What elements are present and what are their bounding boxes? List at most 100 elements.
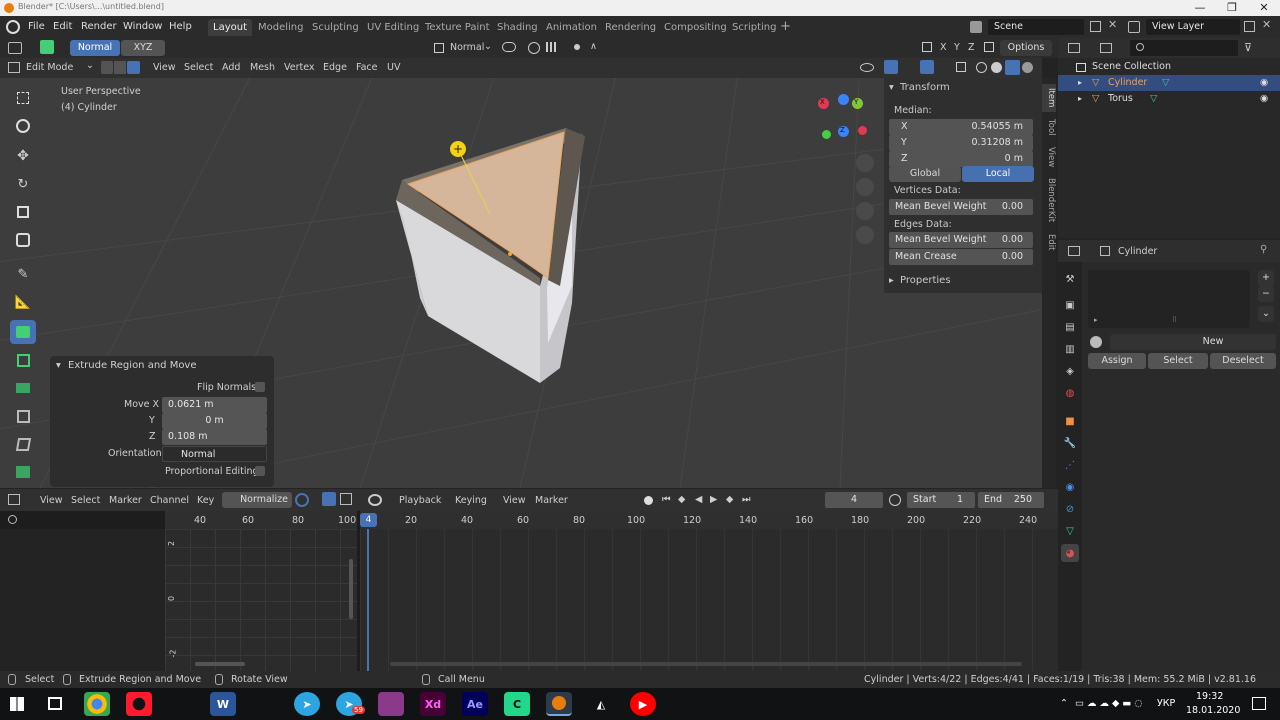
hand-icon[interactable]	[856, 178, 874, 196]
menu-timeline-marker[interactable]: Marker	[535, 495, 568, 506]
tab-compositing[interactable]: Compositing	[659, 19, 732, 36]
blender-taskbar-icon[interactable]	[546, 692, 572, 716]
frame-start-field[interactable]: Start 1	[907, 492, 975, 508]
visibility-icon[interactable]	[860, 63, 874, 72]
properties-section-toggle[interactable]: ▸	[889, 275, 894, 286]
select-button[interactable]: Select	[1148, 353, 1208, 369]
modifier-props-icon[interactable]: 🔧	[1061, 434, 1079, 452]
cursor-tool[interactable]	[10, 114, 36, 138]
scene-selector[interactable]: Scene	[988, 19, 1084, 35]
slot-menu-button[interactable]: ⌄	[1258, 306, 1274, 322]
normalize-toggle[interactable]: Normalize	[222, 492, 292, 508]
scene-close-icon[interactable]: ✕	[1108, 18, 1117, 31]
tab-view[interactable]: View	[1042, 144, 1056, 170]
graph-hscroll[interactable]	[195, 662, 245, 666]
outliner-row-cylinder[interactable]: ▸ ▽ Cylinder ▽ ◉	[1058, 75, 1280, 91]
jump-keyframe-forward-icon[interactable]: ◆	[726, 494, 733, 505]
graph-menu-marker[interactable]: Marker	[109, 495, 142, 506]
scale-tool[interactable]	[10, 200, 36, 224]
menu-view[interactable]: View	[153, 62, 176, 73]
menu-keying[interactable]: Keying	[455, 495, 487, 506]
telegram-icon[interactable]: ➤	[294, 692, 320, 716]
orientation-dropdown[interactable]: Normal	[162, 446, 267, 462]
proportional-editing-checkbox[interactable]	[255, 466, 265, 476]
expand-icon[interactable]: ▸	[1078, 91, 1082, 107]
move-y-field[interactable]: 0 m	[162, 413, 267, 429]
menu-edit[interactable]: Edit	[53, 16, 72, 38]
language-indicator[interactable]: УКР	[1157, 698, 1175, 709]
unity-icon[interactable]: ◭	[588, 692, 614, 716]
tab-scripting[interactable]: Scripting	[727, 19, 781, 36]
adobe-xd-icon[interactable]: Xd	[420, 692, 446, 716]
menu-add[interactable]: Add	[222, 62, 240, 73]
new-material-button[interactable]: New	[1110, 334, 1276, 350]
scene-copy-icon[interactable]	[1090, 21, 1101, 32]
only-selected-icon[interactable]	[322, 492, 336, 506]
flip-normals-checkbox[interactable]	[255, 382, 265, 392]
snap-grid-icon[interactable]	[546, 42, 556, 52]
word-icon[interactable]: W	[210, 692, 236, 716]
pycharm-icon[interactable]: C	[504, 692, 530, 716]
zoom-icon[interactable]	[856, 154, 874, 172]
vertex-select-icon[interactable]	[101, 61, 113, 74]
minimize-button[interactable]: —	[1184, 0, 1216, 16]
tab-animation[interactable]: Animation	[541, 19, 602, 36]
tab-blenderkit[interactable]: BlenderKit	[1042, 174, 1056, 226]
graph-menu-view[interactable]: View	[40, 495, 63, 506]
gizmo-red-dot[interactable]	[858, 126, 867, 135]
inset-tool[interactable]	[10, 348, 36, 372]
record-icon[interactable]	[644, 496, 653, 505]
play-reverse-icon[interactable]: ◀	[695, 494, 702, 505]
select-box-tool[interactable]	[10, 86, 36, 110]
auto-normalize-icon[interactable]	[295, 493, 309, 507]
display-mode-icon[interactable]	[1100, 43, 1112, 53]
rotate-tool[interactable]: ↻	[10, 172, 36, 196]
navigation-gizmo[interactable]: X Y Z	[812, 94, 872, 144]
outliner-type-icon[interactable]	[1068, 43, 1080, 53]
timeline-area-body[interactable]	[360, 529, 1058, 671]
menu-mesh[interactable]: Mesh	[250, 62, 275, 73]
playhead-marker[interactable]: 4	[360, 513, 377, 527]
menu-help[interactable]: Help	[169, 16, 192, 38]
close-button[interactable]: ✕	[1248, 0, 1280, 16]
eye-icon[interactable]: ◉	[1260, 75, 1268, 91]
jump-end-icon[interactable]: ⏭	[742, 494, 751, 505]
view-layer-selector[interactable]: View Layer	[1146, 19, 1240, 35]
loop-cut-tool[interactable]	[10, 404, 36, 428]
scene-props-icon[interactable]: ◈	[1061, 362, 1079, 380]
bevel-tool[interactable]	[10, 376, 36, 400]
auto-merge-icon[interactable]	[984, 42, 994, 52]
menu-timeline-view[interactable]: View	[503, 495, 526, 506]
pivot-icon[interactable]	[502, 42, 516, 52]
rendered-shading-icon[interactable]	[1022, 62, 1033, 73]
filter-icon[interactable]	[340, 493, 352, 505]
opera-icon[interactable]	[126, 692, 152, 716]
mirror-y-toggle[interactable]: Y	[954, 42, 960, 53]
blender-menu-icon[interactable]	[6, 20, 20, 34]
tab-layout[interactable]: Layout	[208, 19, 252, 36]
properties-type-icon[interactable]	[1068, 246, 1080, 256]
output-props-icon[interactable]: ▤	[1061, 318, 1079, 336]
frame-end-field[interactable]: End 250	[978, 492, 1044, 508]
gizmo-toggle-icon[interactable]	[884, 60, 898, 74]
physics-props-icon[interactable]: ◉	[1061, 478, 1079, 496]
global-toggle[interactable]: Global	[889, 166, 961, 182]
assign-button[interactable]: Assign	[1088, 353, 1146, 369]
constraints-props-icon[interactable]: ⊘	[1061, 500, 1079, 518]
add-slot-button[interactable]: +	[1258, 270, 1274, 286]
material-shading-icon[interactable]	[1005, 60, 1020, 75]
menu-vertex[interactable]: Vertex	[284, 62, 315, 73]
particles-props-icon[interactable]: ⋰	[1061, 456, 1079, 474]
menu-select[interactable]: Select	[184, 62, 213, 73]
eye-icon[interactable]: ◉	[1260, 91, 1268, 107]
deselect-button[interactable]: Deselect	[1210, 353, 1276, 369]
remove-slot-button[interactable]: −	[1258, 286, 1274, 302]
outliner-search-input[interactable]	[1130, 40, 1238, 56]
median-y-field[interactable]: Y 0.31208 m	[889, 135, 1033, 151]
expand-icon[interactable]: ▸	[1078, 75, 1082, 91]
youtube-icon[interactable]: ▶	[630, 692, 656, 716]
editor-type-icon[interactable]	[8, 42, 22, 54]
transform-tool[interactable]	[10, 228, 36, 252]
timeline-hscroll[interactable]	[390, 662, 1022, 666]
filter-icon[interactable]: ⊽	[1244, 41, 1252, 54]
